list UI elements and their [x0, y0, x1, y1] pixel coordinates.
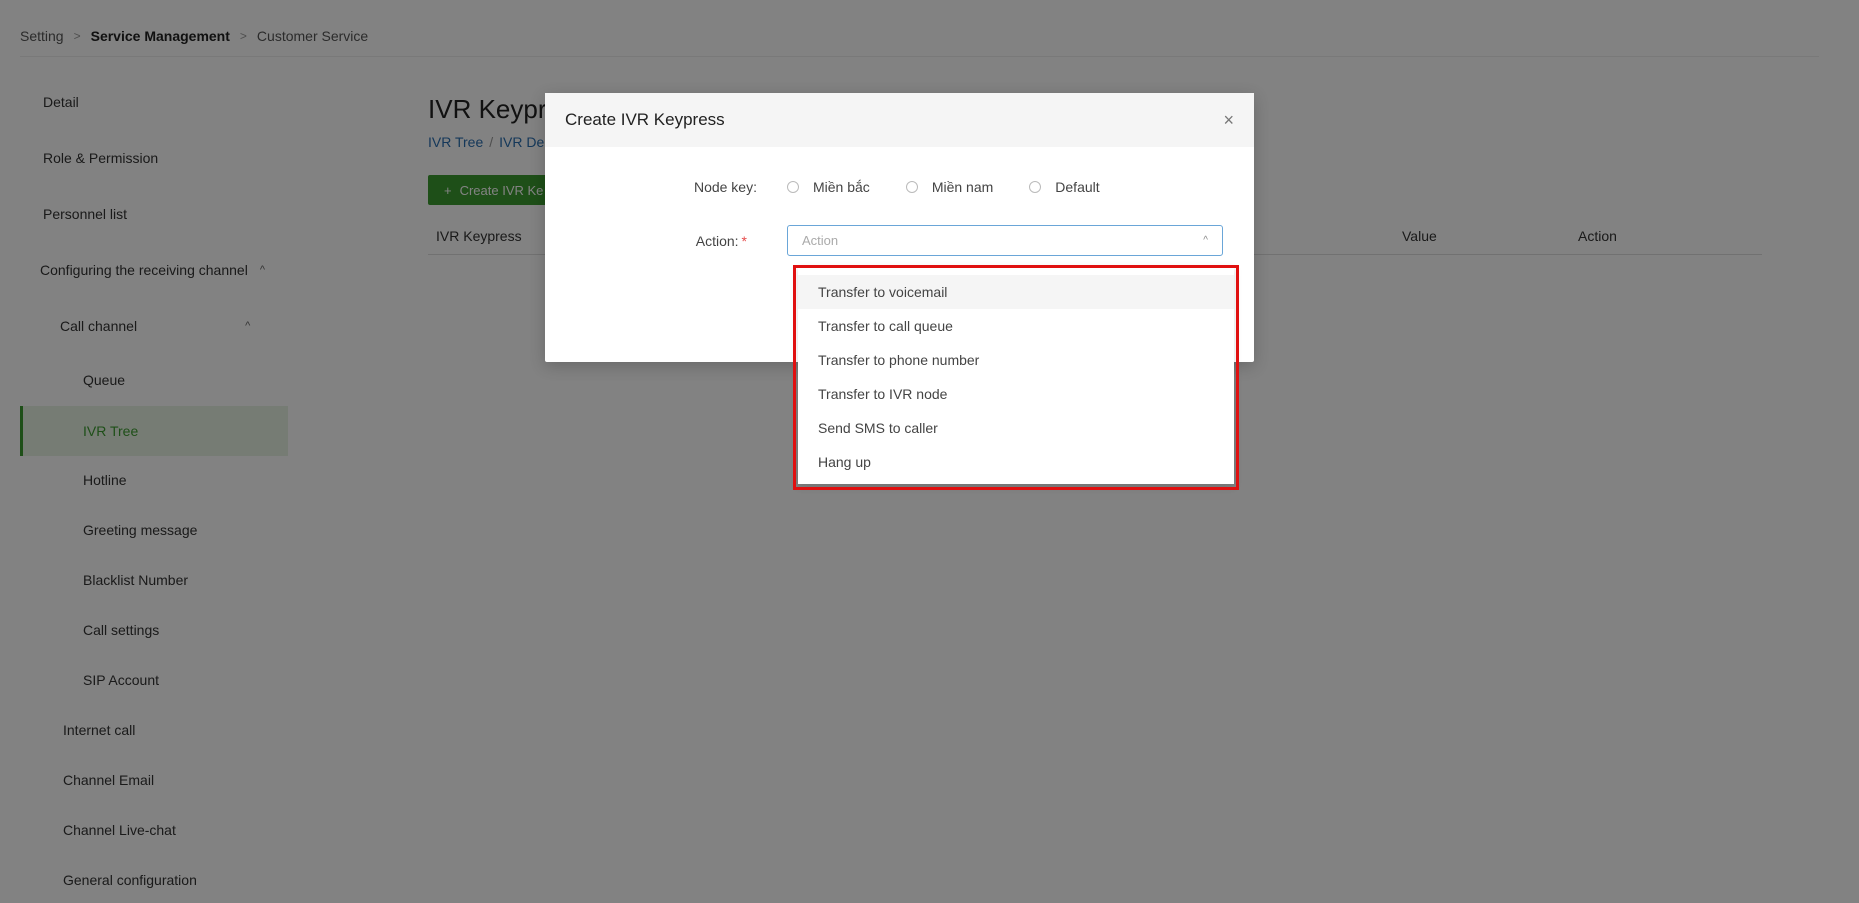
node-key-radio-group: Miền bắc Miền nam Default — [787, 179, 1136, 195]
close-icon[interactable]: × — [1223, 110, 1234, 131]
option-transfer-to-call-queue[interactable]: Transfer to call queue — [798, 309, 1234, 343]
modal-title: Create IVR Keypress — [565, 110, 725, 129]
radio-mien-nam[interactable]: Miền nam — [905, 179, 993, 195]
option-hang-up[interactable]: Hang up — [798, 445, 1234, 479]
radio-circle-icon — [1029, 181, 1042, 193]
node-key-row: Node key: Miền bắc Miền nam Default — [545, 179, 1136, 195]
action-label: Action: * — [695, 232, 747, 249]
radio-default[interactable]: Default — [1029, 179, 1100, 195]
radio-circle-icon — [905, 181, 918, 193]
node-key-label: Node key: — [693, 179, 757, 195]
option-send-sms-to-caller[interactable]: Send SMS to caller — [798, 411, 1234, 445]
modal-header: Create IVR Keypress × — [545, 93, 1254, 147]
action-select-placeholder: Action — [802, 233, 839, 248]
option-transfer-to-phone-number[interactable]: Transfer to phone number — [798, 343, 1234, 377]
option-transfer-to-ivr-node[interactable]: Transfer to IVR node — [798, 377, 1234, 411]
radio-circle-icon — [787, 181, 799, 193]
action-dropdown: Transfer to voicemail Transfer to call q… — [798, 267, 1234, 484]
option-transfer-to-voicemail[interactable]: Transfer to voicemail — [798, 275, 1234, 309]
action-select[interactable]: Action ^ — [787, 225, 1223, 256]
required-mark: * — [741, 232, 747, 249]
radio-mien-bac[interactable]: Miền bắc — [787, 179, 870, 195]
chevron-up-icon: ^ — [1203, 235, 1208, 246]
action-row: Action: * Action ^ — [535, 225, 1223, 256]
